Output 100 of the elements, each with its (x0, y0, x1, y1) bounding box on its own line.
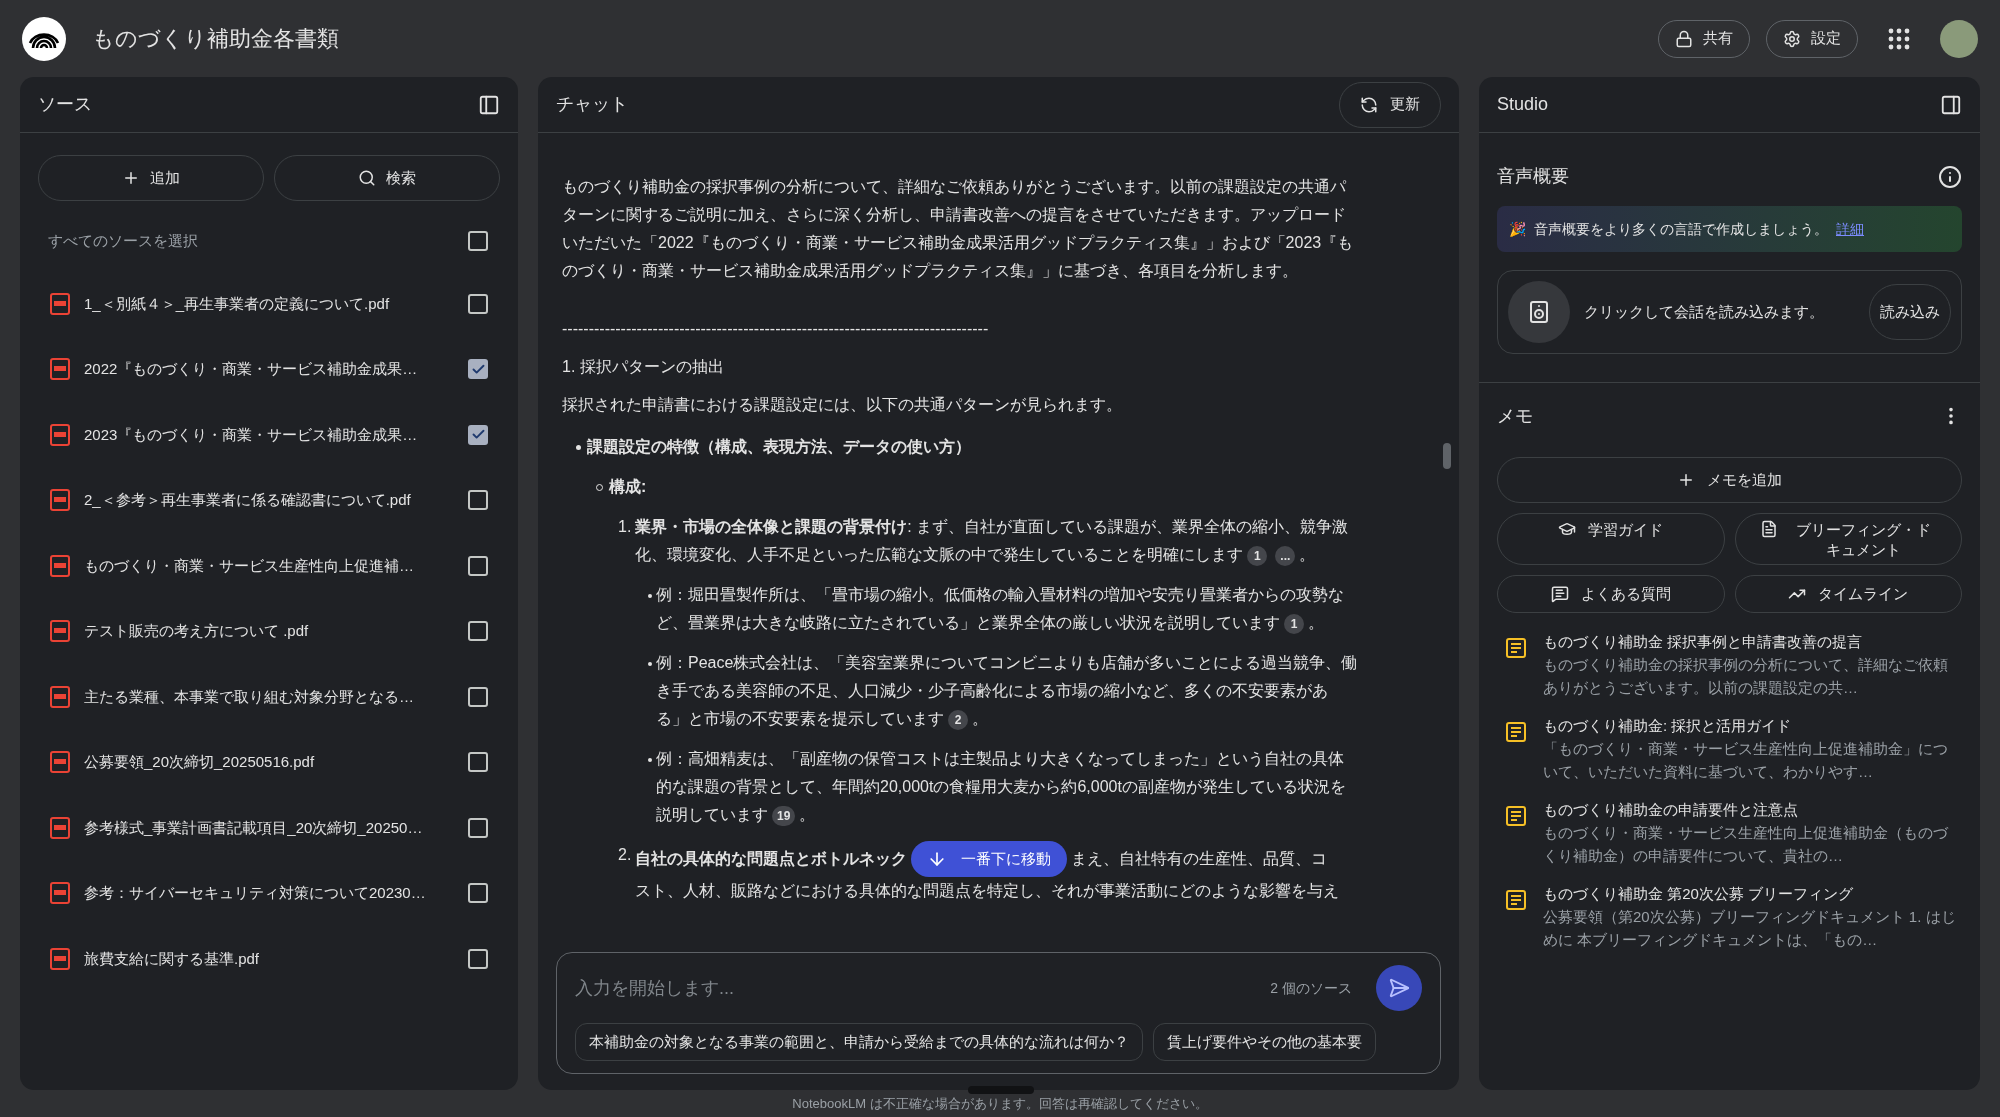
suggestion-chip[interactable]: 本補助金の対象となる事業の範囲と、申請から受給までの具体的な流れは何か？ (575, 1023, 1143, 1061)
source-name: 2022『ものづくり・商業・サービス補助金成果… (84, 359, 418, 379)
source-name: ものづくり・商業・サービス生産性向上促進補… (84, 555, 414, 576)
citation-chip[interactable]: 1 (1247, 545, 1268, 566)
panel-title: Studio (1497, 93, 1549, 116)
source-item[interactable]: 主たる業種、本事業で取り組む対象分野となる… (20, 664, 518, 730)
send-icon (1388, 977, 1410, 999)
source-item[interactable]: 旅費支給に関する基準.pdf (20, 926, 518, 992)
note-title: ものづくり補助金: 採択と活用ガイド (1543, 716, 1793, 736)
plus-icon (122, 169, 140, 187)
source-item[interactable]: 2_＜参考＞再生事業者に係る確認書について.pdf (20, 467, 518, 533)
pdf-file-icon (50, 489, 70, 512)
chat-paragraph: 採択された申請書における課題設定には、以下の共通パターンが見られます。 (562, 395, 1123, 415)
note-title: ものづくり補助金 第20次公募 ブリーフィング (1543, 884, 1855, 904)
note-preview: 公募要領（第20次公募）ブリーフィングドキュメント 1. はじめに 本ブリーフィングドキュメントは、「もの… (1543, 907, 1957, 950)
panel-title: チャット (556, 93, 628, 116)
list-item-text: 例：Peace株式会社は、「美容室業界についてコンビニよりも店舗が多いことによる過当競争、働き手である美容師の不足、人口減少・少子高齢化による市場の縮小など、多くの不安要素がある」と市場の不安要素を提示しています 2 。 (656, 649, 1359, 733)
source-name: 参考：サイバーセキュリティ対策について20230… (84, 883, 426, 903)
source-item[interactable]: 公募要領_20次締切_20250516.pdf (20, 729, 518, 795)
list-item-text: 自社の具体的な問題点とボトルネック (635, 849, 908, 870)
source-name: 旅費支給に関する基準.pdf (84, 948, 260, 969)
study-icon (1558, 520, 1577, 538)
note-title: ものづくり補助金 採択事例と申請書改善の提言 (1543, 632, 1864, 652)
settings-icon (1783, 29, 1801, 48)
checkbox[interactable] (468, 359, 488, 380)
list-item-text: 例：高畑精麦は、「副産物の保管コストは主製品より大きくなってしまった」という自社の具体的な課題の背景として、年間約20,000tの食糧用大麦から約6,000tの副産物が発生している状況を説明しています 19 。 (656, 745, 1359, 829)
send-button[interactable] (1376, 965, 1422, 1011)
note-item[interactable]: ものづくり補助金の申請要件と注意点 ものづくり・商業・サービス生産性向上促進補助金（ものづくり補助金）の申請要件について、貴社の… (1497, 799, 1962, 867)
pdf-file-icon (50, 882, 70, 905)
pdf-file-icon (50, 554, 70, 577)
list-item-text: スト、人材、販路などにおける具体的な問題点を特定し、それが事業活動にどのような影響を与え (635, 881, 1340, 901)
note-preview: 「ものづくり・商業・サービス生産性向上促進補助金」について、いただいた資料に基づいて、わかりやす… (1543, 739, 1949, 782)
checkbox[interactable] (468, 817, 488, 838)
note-preview: ものづくり・商業・サービス生産性向上促進補助金（ものづくり補助金）の申請要件について、貴社の… (1543, 823, 1950, 866)
source-item[interactable]: 2022『ものづくり・商業・サービス補助金成果… (20, 336, 518, 402)
source-name: 主たる業種、本事業で取り組む対象分野となる… (84, 686, 414, 707)
list-item-text: 業界・市場の全体像と課題の背景付け: まず、自社が直面している課題が、業界全体の縮小、競争激化、環境変化、人手不足といった広範な文脈の中で発生していることを明確にします 1 ... 。 (635, 513, 1359, 569)
panel-toggle-icon[interactable] (478, 93, 500, 116)
app-logo-icon[interactable] (22, 16, 66, 61)
source-item[interactable]: 2023『ものづくり・商業・サービス補助金成果… (20, 402, 518, 468)
party-popper-icon: 🎉 (1509, 218, 1526, 240)
source-item[interactable]: テスト販売の考え方について .pdf (20, 598, 518, 664)
apps-grid-icon[interactable] (1888, 27, 1910, 50)
citation-chip[interactable]: 2 (948, 709, 968, 730)
checkbox[interactable] (468, 490, 488, 511)
source-name: 2_＜参考＞再生事業者に係る確認書について.pdf (84, 490, 411, 510)
note-icon (1505, 889, 1527, 911)
select-all-label: すべてのソースを選択 (48, 230, 198, 251)
chat-input-field[interactable]: 入力を開始します... (575, 974, 1271, 1002)
source-item[interactable]: ものづくり・商業・サービス生産性向上促進補… (20, 533, 518, 599)
info-icon[interactable] (1938, 164, 1962, 189)
citation-chip[interactable]: 19 (772, 805, 796, 826)
bullet-icon (576, 444, 581, 450)
pdf-file-icon (50, 620, 70, 643)
checkbox[interactable] (468, 883, 488, 904)
checkbox[interactable] (468, 948, 488, 969)
checkbox[interactable] (468, 555, 488, 576)
suggestion-chip[interactable]: 賃上げ要件やその他の基本要 (1153, 1023, 1376, 1061)
panel-toggle-icon[interactable] (1940, 93, 1962, 116)
bullet-icon (648, 594, 652, 598)
pdf-file-icon (50, 358, 70, 381)
checkbox[interactable] (468, 424, 488, 445)
note-item[interactable]: ものづくり補助金 採択事例と申請書改善の提言 ものづくり補助金の採択事例の分析について、詳細なご依頼ありがとうございます。以前の課題設定の共… (1497, 631, 1962, 699)
details-link[interactable]: 詳細 (1836, 218, 1864, 240)
lock-icon (1675, 29, 1693, 48)
note-item[interactable]: ものづくり補助金 第20次公募 ブリーフィング 公募要領（第20次公募）ブリーフィングドキュメント 1. はじめに 本ブリーフィングドキュメントは、「もの… (1497, 883, 1962, 951)
section-heading: 1. 採択パターンの抽出 (562, 357, 725, 377)
bullet-icon (648, 662, 652, 666)
pdf-file-icon (50, 685, 70, 708)
briefing-icon (1759, 520, 1778, 538)
source-item[interactable]: 1_＜別紙４＞_再生事業者の定義について.pdf (20, 271, 518, 337)
source-item[interactable]: 参考様式_事業計画書記載項目_20次締切_20250… (20, 795, 518, 861)
note-preview: ものづくり補助金の採択事例の分析について、詳細なご依頼ありがとうございます。以前の課題設定の共… (1543, 655, 1949, 698)
pdf-file-icon (50, 751, 70, 774)
pdf-file-icon (50, 947, 70, 970)
load-text: クリックして会話を読み込みます。 (1584, 301, 1824, 322)
citation-chip[interactable]: ... (1275, 545, 1296, 566)
bullet-icon (648, 758, 652, 762)
notebook-title[interactable]: ものづくり補助金各書類 (92, 22, 339, 55)
note-icon (1505, 805, 1527, 827)
resize-handle[interactable] (968, 1086, 1034, 1094)
citation-chip[interactable]: 1 (1284, 613, 1304, 634)
checkbox[interactable] (468, 293, 488, 314)
checkbox[interactable] (468, 752, 488, 773)
scroll-to-bottom-button[interactable]: 一番下に移動 (911, 841, 1068, 877)
checkbox[interactable] (468, 686, 488, 707)
checkbox[interactable] (468, 231, 488, 251)
panel-title: ソース (38, 93, 92, 116)
plus-icon (1677, 471, 1695, 489)
pdf-file-icon (50, 292, 70, 315)
checkbox[interactable] (468, 621, 488, 642)
chat-paragraph: ものづくり補助金の採択事例の分析について、詳細なご依頼ありがとうございます。以前の課題設定の共通パターンに関するご説明に加え、さらに深く分析し、申請書改善への提言をさせていただきます。アップロードいただいた「2022『ものづくり・商業・サービス補助金成果活用グッドプラクティス集』」および「2023『ものづくり・商業・サービス補助金成果活用グッドプラクティス集』」に基づき、各項目を分析します。 (562, 177, 1355, 281)
pdf-file-icon (50, 816, 70, 839)
note-item[interactable]: ものづくり補助金: 採択と活用ガイド 「ものづくり・商業・サービス生産性向上促進補助金」について、いただいた資料に基づいて、わかりやす… (1497, 715, 1962, 783)
refresh-icon (1360, 95, 1378, 114)
search-icon (358, 169, 376, 187)
source-name: 公募要領_20次締切_20250516.pdf (84, 752, 315, 772)
scrollbar-thumb[interactable] (1443, 443, 1451, 469)
source-item[interactable]: 参考：サイバーセキュリティ対策について20230… (20, 860, 518, 926)
avatar[interactable] (1940, 19, 1978, 58)
